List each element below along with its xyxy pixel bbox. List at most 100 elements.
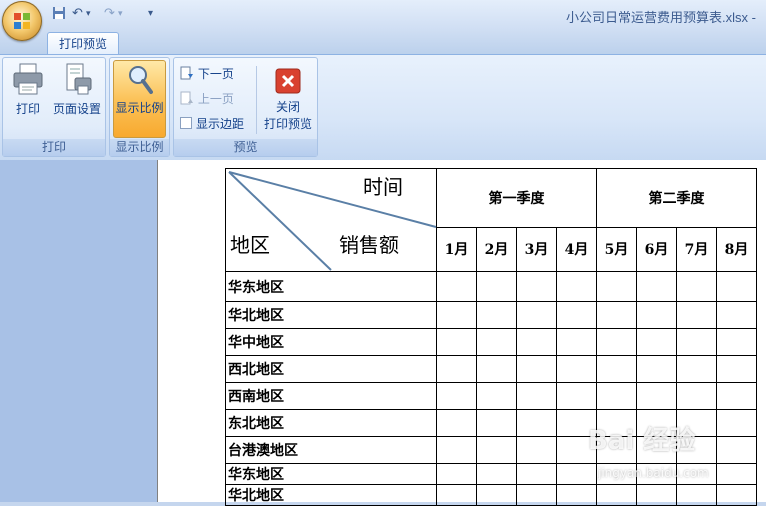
value-cell [556,271,597,302]
separator [256,66,257,134]
value-cell [516,355,557,383]
baidu-watermark-url: jingyan.baidu.com [598,466,709,480]
value-cell [716,328,757,356]
diag-sales-label: 销售额 [339,233,399,257]
page-setup-icon [66,63,92,95]
undo-dropdown-icon[interactable]: ▾ [86,6,91,22]
value-cell [596,355,637,383]
next-page-icon [180,66,193,80]
page-setup-button[interactable]: 页面设置 [51,62,103,117]
value-cell [476,271,517,302]
value-cell [436,355,477,383]
preview-group: 下一页 上一页 显示边距 关闭 打印预览 预览 [173,57,318,157]
table-row: 华北地区 [225,484,757,506]
value-cell [516,484,557,506]
value-cell [476,463,517,485]
value-cell [556,328,597,356]
show-margins-label: 显示边距 [196,117,245,131]
month-header: 8月 [716,226,757,273]
value-cell [516,463,557,485]
tab-print-preview[interactable]: 打印预览 [47,32,119,55]
value-cell [716,484,757,506]
region-cell: 东北地区 [225,409,437,437]
next-page-label: 下一页 [197,67,234,81]
preview-group-label: 预览 [174,139,317,156]
undo-icon[interactable]: ↶ [72,6,83,22]
value-cell [556,463,597,485]
checkbox-box[interactable] [180,117,192,129]
value-cell [516,382,557,410]
value-cell [676,328,717,356]
value-cell [436,463,477,485]
value-cell [596,382,637,410]
value-cell [556,382,597,410]
close-preview-button[interactable]: 关闭 打印预览 [260,62,316,132]
value-cell [716,463,757,485]
value-cell [556,355,597,383]
customize-icon[interactable]: ▾ [148,6,153,22]
value-cell [476,328,517,356]
value-cell [436,436,477,464]
value-cell [436,328,477,356]
zoom-group: 显示比例 显示比例 [109,57,170,157]
value-cell [476,484,517,506]
value-cell [436,409,477,437]
redo-icon[interactable]: ↷ [104,6,115,22]
month-header: 1月 [436,226,477,273]
value-cell [636,301,677,329]
value-cell [476,355,517,383]
baidu-watermark: Bai 经验 [588,426,696,456]
value-cell [516,271,557,302]
zoom-button[interactable]: 显示比例 [113,60,166,138]
redo-dropdown-icon[interactable]: ▾ [118,6,123,22]
value-cell [636,328,677,356]
value-cell [676,484,717,506]
close-icon [275,68,301,94]
prev-page-icon [180,91,193,105]
value-cell [676,301,717,329]
value-cell [636,484,677,506]
value-cell [476,382,517,410]
value-cell [636,382,677,410]
region-cell: 华北地区 [225,301,437,329]
region-cell: 西北地区 [225,355,437,383]
printer-icon [13,63,43,95]
table-row: 华东地区 [225,271,757,302]
save-icon[interactable] [52,6,66,22]
ribbon-tab-strip: 打印预览 [0,30,766,55]
print-label: 打印 [15,102,40,116]
month-header: 4月 [556,226,597,273]
diag-region-label: 地区 [230,233,270,257]
region-cell: 华东地区 [225,271,437,302]
value-cell [476,409,517,437]
page-setup-label: 页面设置 [52,102,101,116]
value-cell [676,382,717,410]
value-cell [676,355,717,383]
value-cell [636,271,677,302]
value-cell [436,271,477,302]
value-cell [436,484,477,506]
table-row: 华北地区 [225,301,757,329]
value-cell [596,484,637,506]
next-page-button[interactable]: 下一页 [180,66,234,82]
q1-header: 第一季度 [436,168,597,228]
office-button[interactable] [2,1,42,41]
window-title: 小公司日常运营费用预算表.xlsx - [566,10,756,25]
show-margins-checkbox[interactable]: 显示边距 [180,116,244,132]
value-cell [596,328,637,356]
month-header: 7月 [676,226,717,273]
table-row: 华中地区 [225,328,757,356]
diag-time-label: 时间 [363,175,403,199]
q2-header: 第二季度 [596,168,757,228]
value-cell [516,409,557,437]
title-bar: ↶ ▾ ↷ ▾ ▾ 小公司日常运营费用预算表.xlsx - [0,0,766,41]
region-cell: 华北地区 [225,484,437,506]
value-cell [676,271,717,302]
value-cell [436,382,477,410]
prev-page-button[interactable]: 上一页 [180,91,234,107]
value-cell [716,409,757,437]
ribbon: 打印 页面设置 打印 显示比例 显示比例 下一页 上一页 显示边距 关闭 打印预… [0,54,766,161]
print-button[interactable]: 打印 [7,62,49,117]
value-cell [556,301,597,329]
region-cell: 华东地区 [225,463,437,485]
